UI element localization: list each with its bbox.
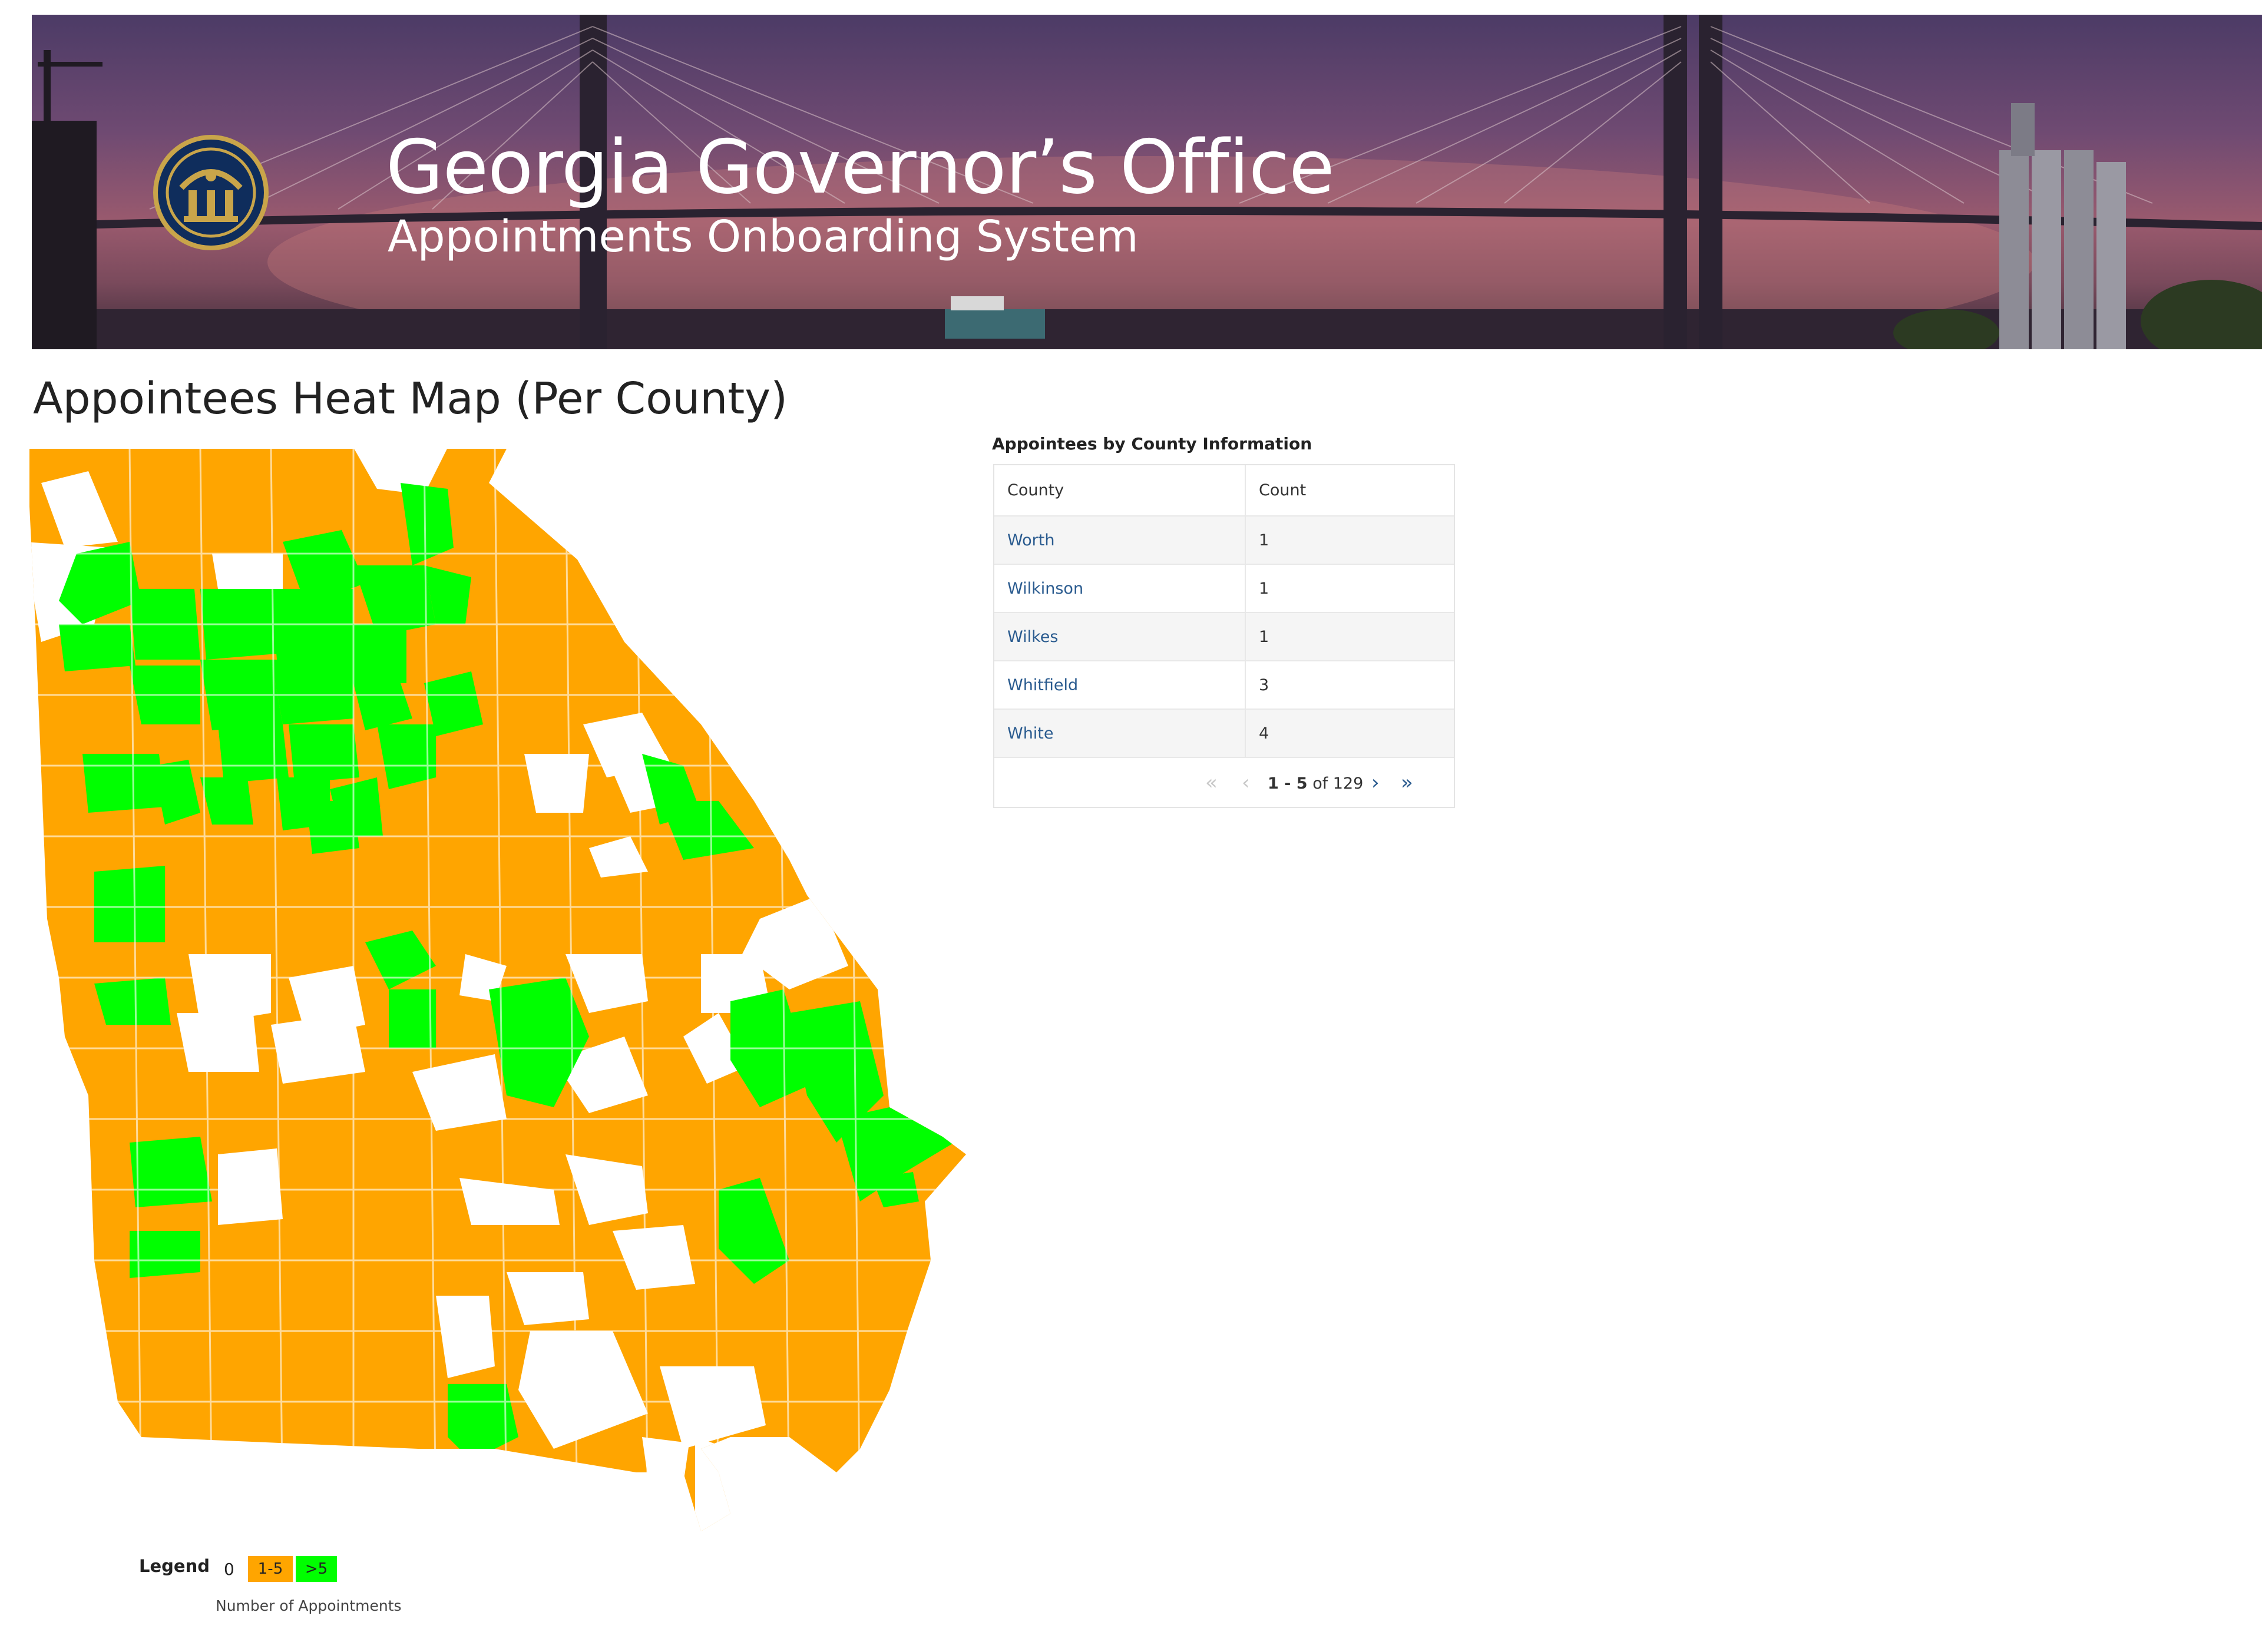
header-banner: Georgia Governor’s Office Appointments O…	[32, 15, 2262, 349]
count-cell: 4	[1245, 709, 1454, 758]
georgia-county-heat-map[interactable]	[24, 448, 966, 1531]
legend-caption: Number of Appointments	[216, 1597, 402, 1614]
table-row: Worth 1	[994, 516, 1454, 565]
site-subtitle: Appointments Onboarding System	[388, 211, 1139, 262]
table-row: Wilkes 1	[994, 613, 1454, 661]
count-cell: 1	[1245, 564, 1454, 613]
pagination: « ‹ 1 - 5 of 129 › »	[994, 760, 1454, 808]
next-page-button[interactable]: ›	[1371, 773, 1380, 793]
page-range-value: 1 - 5	[1268, 774, 1308, 793]
site-title: Georgia Governor’s Office	[386, 124, 1335, 210]
legend-item-zero: 0	[224, 1560, 234, 1579]
county-link[interactable]: White	[994, 709, 1246, 758]
table-row: White 4	[994, 709, 1454, 758]
county-link[interactable]: Whitfield	[994, 661, 1246, 710]
state-seal-logo	[153, 135, 269, 250]
page-total: of 129	[1312, 774, 1364, 793]
count-cell: 1	[1245, 613, 1454, 661]
county-link[interactable]: Wilkinson	[994, 564, 1246, 613]
appointees-table: County Count Worth 1 Wilkinson 1 Wilkes …	[993, 464, 1455, 808]
table-header-row: County Count	[994, 465, 1454, 517]
legend-label: Legend	[139, 1556, 210, 1576]
prev-page-button[interactable]: ‹	[1242, 773, 1250, 793]
county-link[interactable]: Wilkes	[994, 613, 1246, 661]
table-row: Whitfield 3	[994, 661, 1454, 710]
legend-item-high: >5	[296, 1556, 337, 1582]
count-cell: 1	[1245, 516, 1454, 565]
page-title: Appointees Heat Map (Per County)	[33, 373, 788, 424]
legend-item-low: 1-5	[248, 1556, 293, 1582]
column-header-count[interactable]: Count	[1245, 465, 1454, 517]
last-page-button[interactable]: »	[1401, 773, 1413, 793]
page-range: 1 - 5 of 129	[1268, 774, 1363, 793]
table-row: Wilkinson 1	[994, 564, 1454, 613]
first-page-button[interactable]: «	[1205, 773, 1218, 793]
county-link[interactable]: Worth	[994, 516, 1246, 565]
count-cell: 3	[1245, 661, 1454, 710]
column-header-county[interactable]: County	[994, 465, 1246, 517]
table-caption: Appointees by County Information	[992, 434, 1312, 453]
